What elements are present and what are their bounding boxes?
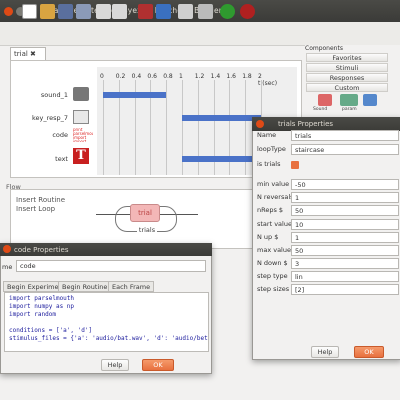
sound-caption: Sound	[313, 107, 328, 112]
new-file-icon[interactable]	[22, 4, 37, 19]
grid-line	[166, 80, 168, 175]
window-close-button[interactable]	[4, 7, 13, 16]
field-input[interactable]: 10	[291, 219, 399, 230]
tab-label: trial	[14, 50, 28, 58]
tab-trial[interactable]: trial ✖	[10, 47, 46, 60]
param-component-icon[interactable]	[340, 94, 358, 106]
field-input[interactable]: 50	[291, 205, 399, 216]
tick-label: 0.6	[147, 73, 157, 80]
trials-dialog-close-button[interactable]	[256, 120, 264, 128]
tick-label: 0.8	[163, 73, 173, 80]
code-line: import numpy as np	[9, 303, 75, 310]
stop-icon[interactable]	[240, 4, 255, 19]
tab-each-frame[interactable]: Each Frame	[108, 281, 155, 292]
code-dialog-close-button[interactable]	[3, 245, 11, 253]
code-line: conditions = ['a', 'd']	[9, 327, 93, 334]
code-line: import random	[9, 311, 56, 318]
flow-loop-label[interactable]: trials	[137, 226, 157, 236]
component-bar[interactable]	[103, 92, 167, 98]
tools-icon[interactable]	[198, 4, 213, 19]
trials-ok-button[interactable]: OK	[354, 346, 384, 358]
sound-component-icon[interactable]	[318, 94, 332, 106]
category-favorites[interactable]: Favorites	[306, 53, 388, 62]
keyboard-icon[interactable]	[73, 110, 89, 124]
text-icon[interactable]: T	[73, 148, 89, 164]
component-bar[interactable]	[182, 156, 261, 162]
component-bar[interactable]	[182, 115, 261, 121]
field-label: min value $	[257, 180, 296, 188]
field-input[interactable]: [2]	[291, 284, 399, 295]
param-caption: param	[342, 107, 357, 112]
component-label[interactable]: key_resp_7	[28, 114, 68, 122]
monitor-center-icon[interactable]	[138, 4, 153, 19]
code-line: STANDARD_INTENSITY = 70.	[9, 351, 204, 352]
component-label[interactable]: code	[28, 131, 68, 139]
field-input[interactable]: 1	[291, 192, 399, 203]
component-icon[interactable]	[363, 94, 377, 106]
code-ok-button[interactable]: OK	[142, 359, 174, 371]
components-title: Components	[305, 45, 343, 52]
tick-label: 2	[258, 73, 262, 80]
toolbar	[0, 22, 400, 46]
trials-dialog-title: trials Properties	[278, 120, 334, 128]
tick-label: 1.6	[226, 73, 236, 80]
field-label: step type	[257, 272, 288, 280]
tick-label: 0.2	[115, 73, 126, 80]
tick-label: 0	[100, 73, 104, 80]
tick-label: 1.2	[194, 73, 205, 80]
insert-routine-button[interactable]: Insert Routine	[16, 196, 65, 204]
category-responses[interactable]: Responses	[306, 73, 388, 82]
trials-help-button[interactable]: Help	[311, 346, 339, 358]
time-unit-label: t (sec)	[258, 80, 278, 87]
field-label: step sizes $	[257, 285, 296, 293]
speaker-icon[interactable]	[73, 87, 89, 101]
field-input[interactable]: -50	[291, 179, 399, 190]
field-input[interactable]: staircase	[291, 144, 399, 155]
code-help-button[interactable]: Help	[101, 359, 129, 371]
is-trials-checkbox[interactable]	[291, 161, 299, 169]
field-label: loopType	[257, 145, 286, 153]
undo-icon[interactable]	[96, 4, 111, 19]
redo-icon[interactable]	[112, 4, 127, 19]
category-custom[interactable]: Custom	[306, 83, 388, 92]
field-label: N down $	[257, 259, 288, 267]
field-label: nReps $	[257, 206, 284, 214]
experiment-settings-icon[interactable]	[156, 4, 171, 19]
code-editor[interactable]: import parselmouth import numpy as np impo…	[4, 292, 209, 352]
tick-label: 1.4	[210, 73, 221, 80]
field-input[interactable]: 50	[291, 245, 399, 256]
field-label: N up $	[257, 233, 279, 241]
code-line: stimulus_files = {'a': 'audio/bat.wav', …	[9, 335, 209, 342]
compile-script-icon[interactable]	[178, 4, 193, 19]
close-icon[interactable]: ✖	[30, 50, 36, 58]
field-input[interactable]: trials	[291, 130, 399, 141]
code-name-label: me	[2, 263, 13, 271]
component-label[interactable]: sound_1	[28, 91, 68, 99]
field-input[interactable]: lin	[291, 271, 399, 282]
code-dialog-title: code Properties	[14, 246, 69, 254]
field-input[interactable]: 3	[291, 258, 399, 269]
field-input[interactable]: 1	[291, 232, 399, 243]
flow-routine-trial[interactable]: trial	[130, 204, 160, 222]
tick-label: 1.8	[242, 73, 252, 80]
field-label: Name	[257, 131, 277, 139]
run-icon[interactable]	[220, 4, 235, 19]
save-as-icon[interactable]	[76, 4, 91, 19]
save-icon[interactable]	[58, 4, 73, 19]
category-stimuli[interactable]: Stimuli	[306, 63, 388, 72]
code-line: import parselmouth	[9, 295, 75, 302]
open-folder-icon[interactable]	[40, 4, 55, 19]
code-name-field[interactable]: code	[16, 260, 206, 272]
component-label[interactable]: text	[28, 155, 68, 163]
tick-label: 0.4	[131, 73, 142, 80]
code-icon[interactable]: print parselmouth import import	[73, 128, 93, 142]
field-label: is trials	[257, 160, 281, 168]
insert-loop-button[interactable]: Insert Loop	[16, 205, 55, 213]
tick-label: 1	[179, 73, 183, 80]
